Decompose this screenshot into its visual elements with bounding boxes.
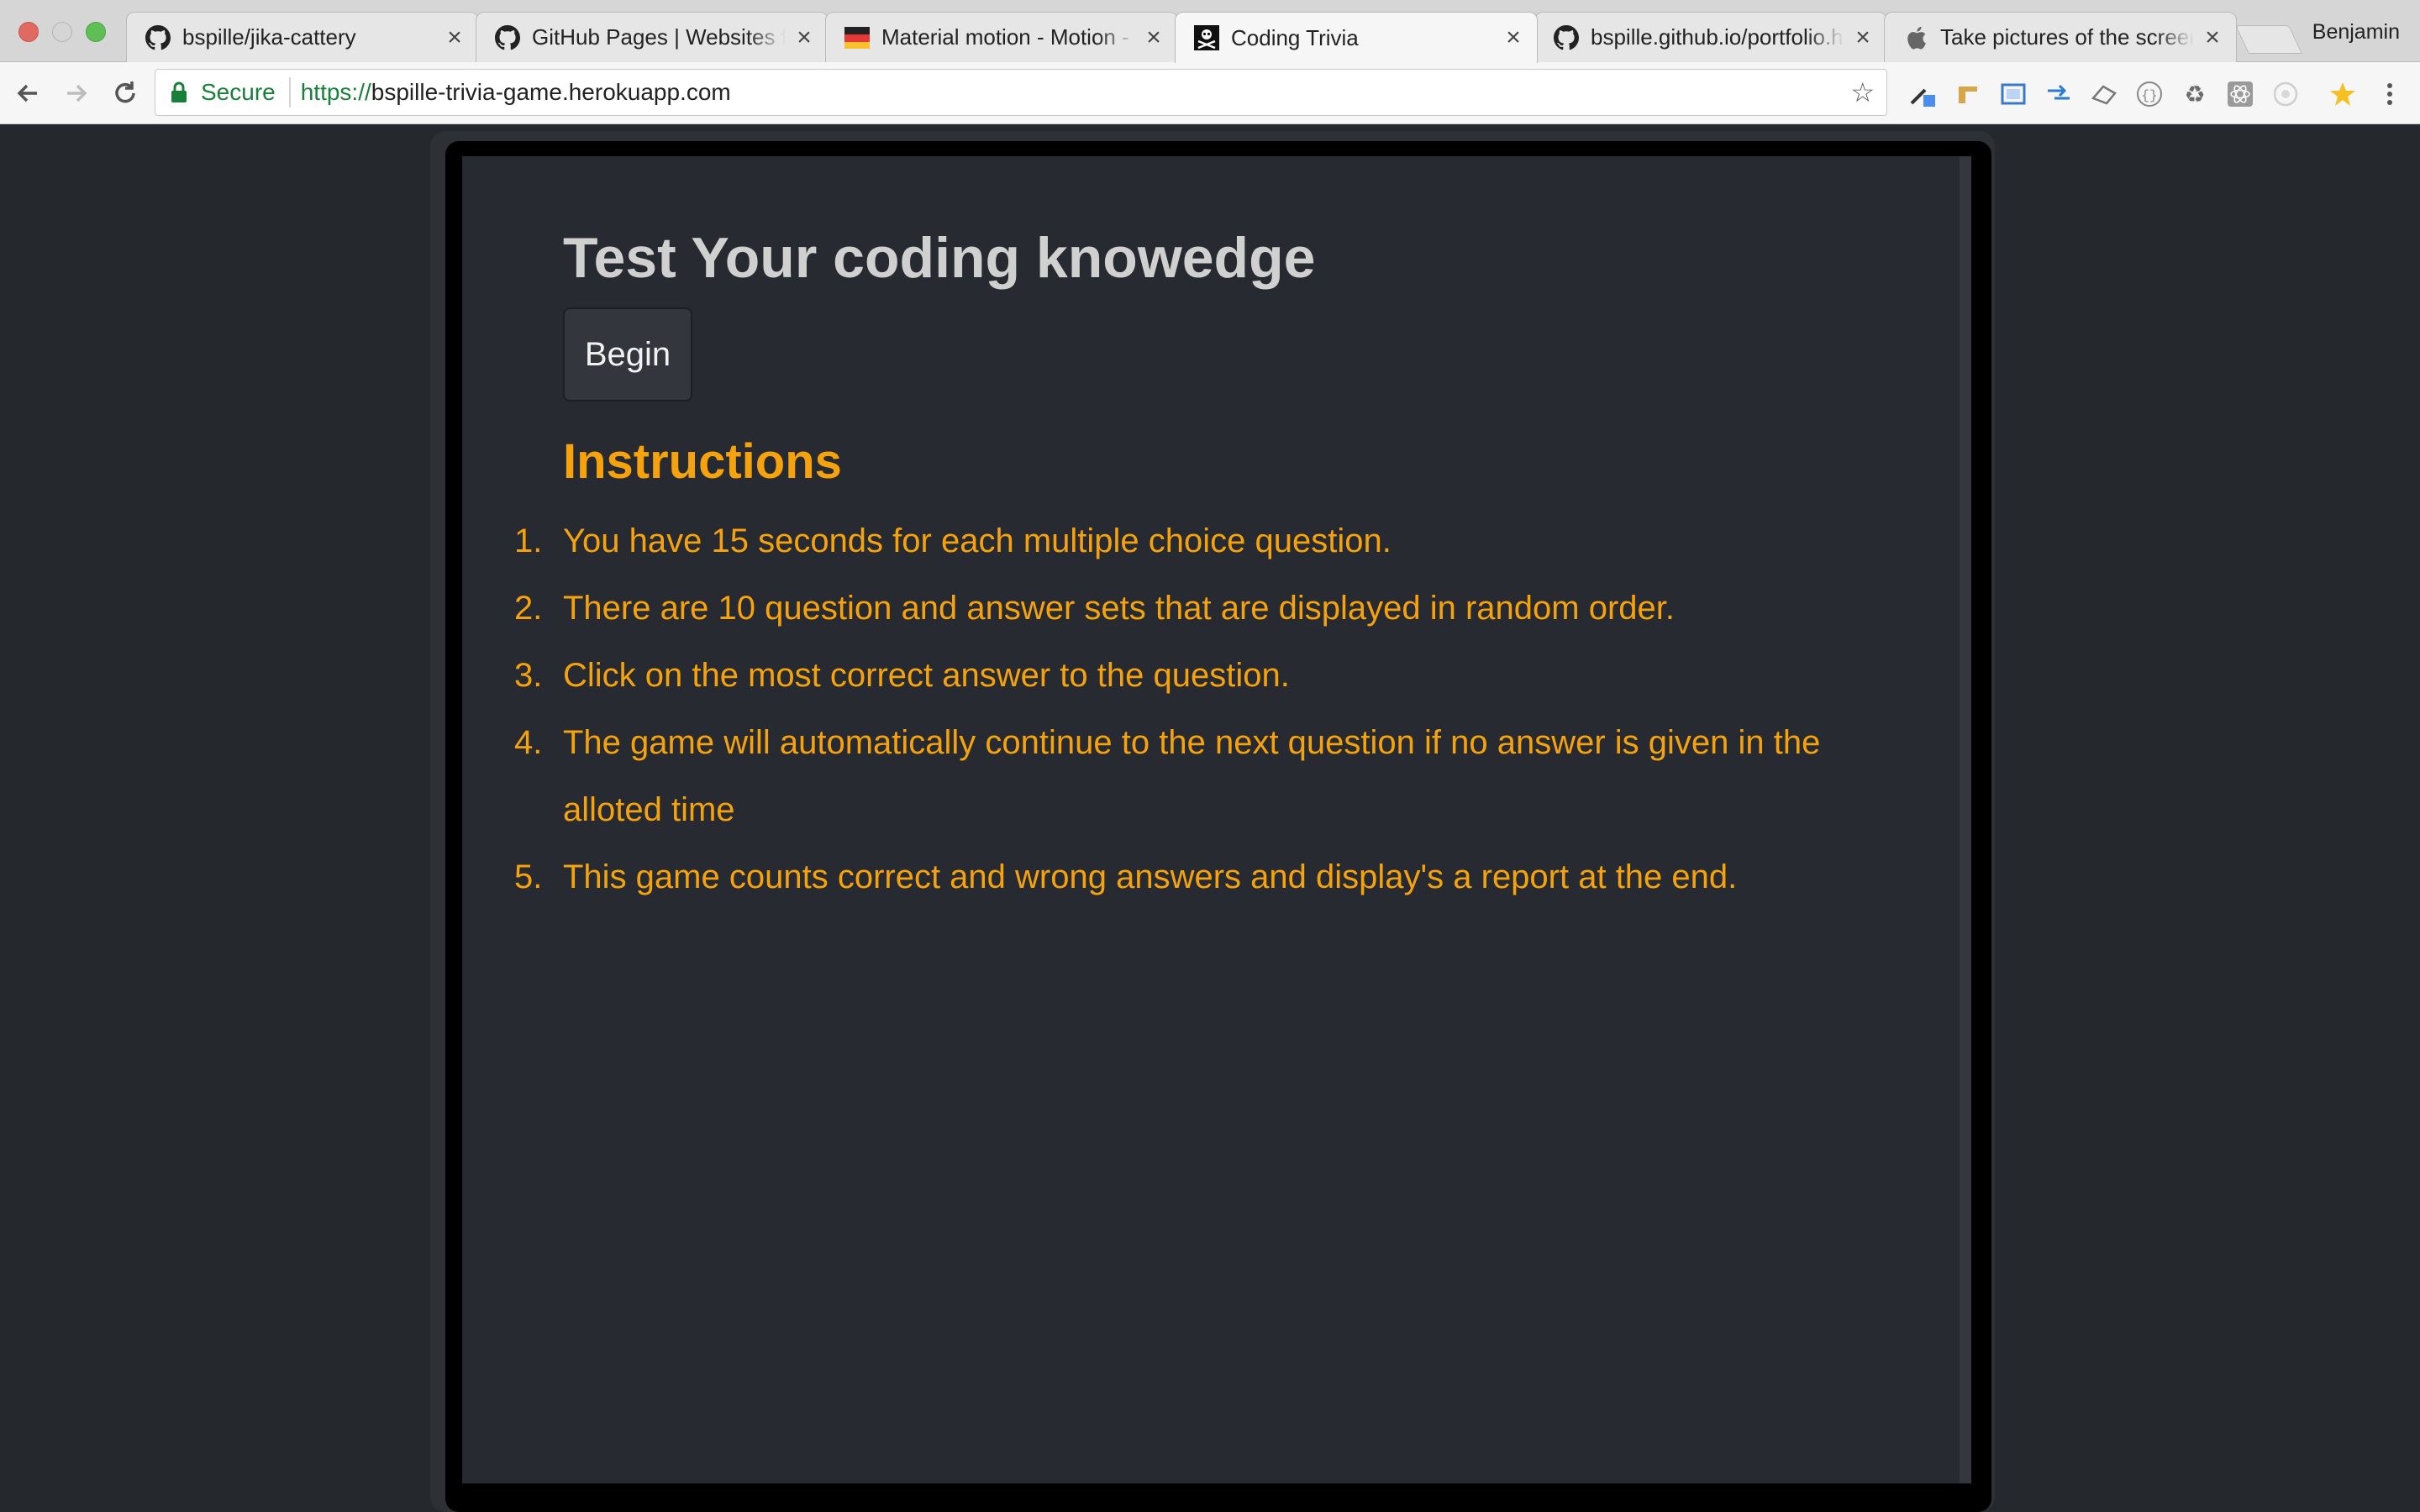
- github-icon: [145, 24, 171, 50]
- skull-crossbones-icon: [1194, 25, 1219, 50]
- color-picker-extension-icon[interactable]: [1907, 79, 1938, 109]
- instruction-number: 3.: [514, 657, 543, 694]
- window-zoom-button[interactable]: [86, 22, 106, 42]
- browser-tab[interactable]: Material motion - Motion - Material Desi…: [825, 12, 1178, 62]
- apple-icon: [1903, 25, 1928, 50]
- lock-icon[interactable]: [171, 81, 189, 104]
- profile-name[interactable]: Benjamin: [2312, 20, 2400, 45]
- address-divider: [288, 77, 291, 108]
- tab-title: Take pictures of the screen on your Mac: [1940, 24, 2194, 50]
- instruction-item: 4. The game will automatically continue …: [514, 709, 1926, 843]
- tab-close-icon[interactable]: ×: [2201, 24, 2224, 50]
- instruction-text: Click on the most correct answer to the …: [563, 657, 1290, 694]
- instruction-item: 5. This game counts correct and wrong an…: [514, 843, 1926, 911]
- url-host: bspille-trivia-game.herokuapp.com: [371, 79, 731, 105]
- forward-arrow-icon: [67, 84, 87, 102]
- secure-label: Secure: [201, 79, 276, 105]
- instruction-number: 2.: [514, 590, 543, 627]
- begin-button[interactable]: Begin: [563, 307, 692, 402]
- reload-button[interactable]: [109, 77, 141, 109]
- instruction-text: You have 15 seconds for each multiple ch…: [563, 522, 1392, 559]
- svg-text:{}: {}: [2141, 88, 2157, 103]
- browser-tab[interactable]: bspille/jika-cattery ×: [126, 12, 479, 62]
- tab-close-icon[interactable]: ×: [1502, 25, 1525, 50]
- instruction-item: 3. Click on the most correct answer to t…: [514, 642, 1926, 709]
- instruction-number: 4.: [514, 724, 543, 761]
- tab-close-icon[interactable]: ×: [443, 24, 466, 50]
- game-panel-edge: [1960, 156, 1971, 1483]
- back-arrow-icon: [17, 84, 37, 102]
- browser-tab-active[interactable]: Coding Trivia ×: [1175, 12, 1538, 63]
- new-tab-button[interactable]: [2235, 25, 2302, 54]
- eraser-extension-icon[interactable]: [2089, 79, 2119, 109]
- recycle-extension-icon[interactable]: ♻: [2180, 79, 2210, 109]
- instruction-text: This game counts correct and wrong answe…: [563, 858, 1738, 895]
- back-button[interactable]: [12, 77, 44, 109]
- tab-title: GitHub Pages | Websites for you and your…: [532, 24, 786, 50]
- disabled-extension-icon[interactable]: [2270, 79, 2301, 109]
- instruction-item: 2. There are 10 question and answer sets…: [514, 575, 1926, 642]
- more-menu-icon[interactable]: [2375, 79, 2405, 109]
- instructions-title: Instructions: [563, 434, 842, 489]
- github-icon: [1554, 24, 1579, 50]
- tab-title: bspille.github.io/portfolio.html: [1591, 24, 1844, 50]
- ruler-extension-icon[interactable]: [1953, 79, 1983, 109]
- instruction-item: 1. You have 15 seconds for each multiple…: [514, 507, 1926, 575]
- tab-close-icon[interactable]: ×: [1142, 24, 1165, 50]
- window-minimize-button[interactable]: [52, 22, 72, 42]
- tab-title: bspille/jika-cattery: [182, 24, 356, 50]
- browser-tab-strip: bspille/jika-cattery × GitHub Pages | We…: [0, 0, 2420, 63]
- react-devtools-icon[interactable]: [2225, 79, 2255, 109]
- tab-title: Coding Trivia: [1231, 24, 1359, 50]
- bookmark-star-icon[interactable]: ☆: [1850, 78, 1875, 107]
- material-design-icon: [844, 25, 870, 50]
- url-scheme: https://: [300, 79, 371, 105]
- window-close-button[interactable]: [18, 22, 39, 42]
- star-extension-icon[interactable]: [2328, 79, 2358, 109]
- instruction-number: 5.: [514, 858, 543, 895]
- reload-icon: [115, 81, 135, 103]
- screen-capture-extension-icon[interactable]: [1998, 79, 2028, 109]
- instruction-number: 1.: [514, 522, 543, 559]
- address-bar[interactable]: Secure https:// bspille-trivia-game.hero…: [155, 69, 1887, 116]
- tab-close-icon[interactable]: ×: [1851, 24, 1875, 50]
- tab-close-icon[interactable]: ×: [792, 24, 816, 50]
- forward-button[interactable]: [60, 77, 92, 109]
- instruction-text: There are 10 question and answer sets th…: [563, 590, 1676, 627]
- instructions-list: 1. You have 15 seconds for each multiple…: [514, 507, 1926, 911]
- browser-tab[interactable]: GitHub Pages | Websites for you and your…: [476, 12, 829, 62]
- browser-toolbar: Secure https:// bspille-trivia-game.hero…: [0, 62, 2420, 124]
- browser-tab[interactable]: bspille.github.io/portfolio.html ×: [1534, 12, 1887, 62]
- tab-title: Material motion - Motion - Material Desi…: [881, 24, 1135, 50]
- arrows-extension-icon[interactable]: [2044, 79, 2074, 109]
- browser-tab[interactable]: Take pictures of the screen on your Mac …: [1884, 12, 2237, 62]
- github-icon: [495, 24, 520, 50]
- page-title: Test Your coding knowedge: [563, 226, 1316, 290]
- code-braces-extension-icon[interactable]: {}: [2134, 79, 2165, 109]
- instruction-text: The game will automatically continue to …: [563, 724, 1821, 828]
